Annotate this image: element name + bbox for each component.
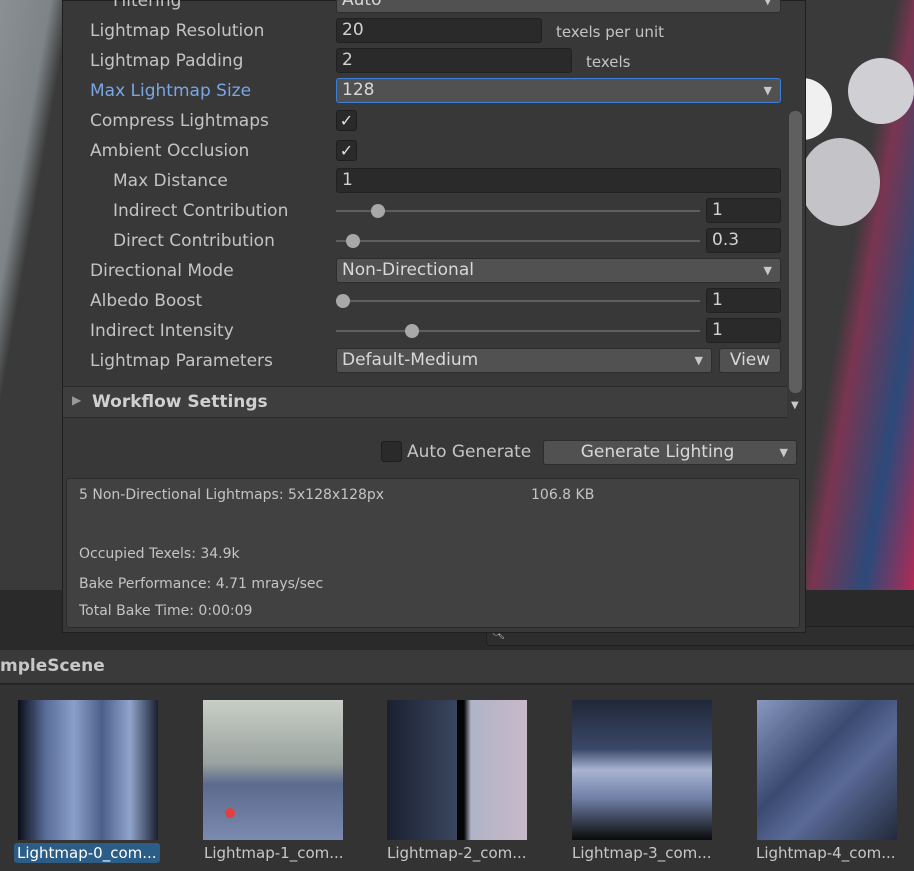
- breadcrumb: mpleScene: [0, 650, 914, 684]
- asset-name[interactable]: Lightmap-3_com...: [569, 843, 715, 863]
- lightmaps-size: 106.8 KB: [531, 487, 595, 503]
- slider-handle[interactable]: [346, 234, 360, 248]
- asset-name[interactable]: Lightmap-4_com...: [753, 843, 899, 863]
- max-lightmap-size-dropdown[interactable]: 128 ▼: [336, 78, 781, 103]
- max-lightmap-size-label: Max Lightmap Size: [90, 81, 252, 101]
- max-distance-input[interactable]: 1: [336, 168, 781, 193]
- chevron-down-icon: ▼: [763, 264, 772, 277]
- scroll-down-arrow-icon[interactable]: ▼: [791, 400, 799, 411]
- indirect-contribution-slider[interactable]: [336, 204, 700, 218]
- scrollbar-thumb[interactable]: [789, 111, 802, 393]
- workflow-settings-foldout[interactable]: ▶ Workflow Settings: [63, 386, 787, 418]
- ambient-occlusion-checkbox[interactable]: ✓: [336, 140, 357, 161]
- lightmap-parameters-dropdown[interactable]: Default-Medium ▼: [336, 348, 712, 373]
- asset-thumbnail[interactable]: [572, 700, 712, 840]
- breadcrumb-item[interactable]: mpleScene: [0, 656, 105, 676]
- slider-handle[interactable]: [371, 204, 385, 218]
- asset-name[interactable]: Lightmap-0_com...: [14, 843, 160, 863]
- auto-generate-checkbox[interactable]: [381, 441, 402, 462]
- indirect-contribution-input[interactable]: 1: [706, 198, 781, 223]
- auto-generate-label: Auto Generate: [407, 442, 532, 462]
- asset-thumbnail[interactable]: [18, 700, 158, 840]
- unit-label: texels: [586, 53, 631, 71]
- indirect-contribution-label: Indirect Contribution: [113, 201, 289, 221]
- chevron-down-icon[interactable]: ▼: [780, 441, 788, 464]
- unit-label: texels per unit: [556, 23, 664, 41]
- chevron-down-icon: ▼: [763, 84, 772, 97]
- asset-thumbnail[interactable]: [757, 700, 897, 840]
- directional-mode-label: Directional Mode: [90, 261, 234, 281]
- filtering-label: Filtering: [113, 0, 182, 11]
- asset-name[interactable]: Lightmap-1_com...: [201, 843, 347, 863]
- albedo-boost-input[interactable]: 1: [706, 288, 781, 313]
- asset-name[interactable]: Lightmap-2_com...: [384, 843, 530, 863]
- lightmap-padding-label: Lightmap Padding: [90, 51, 244, 71]
- lightmap-resolution-label: Lightmap Resolution: [90, 21, 265, 41]
- lighting-window: Filtering Auto ▼ Lightmap Resolution 20 t…: [62, 0, 806, 633]
- lightmap-padding-input[interactable]: 2: [336, 48, 572, 73]
- triangle-right-icon: ▶: [72, 393, 82, 407]
- indirect-intensity-input[interactable]: 1: [706, 318, 781, 343]
- max-distance-label: Max Distance: [113, 171, 228, 191]
- compress-lightmaps-checkbox[interactable]: ✓: [336, 110, 357, 131]
- lightmap-parameters-label: Lightmap Parameters: [90, 351, 273, 371]
- albedo-boost-slider[interactable]: [336, 294, 700, 308]
- total-bake-time: Total Bake Time: 0:00:09: [79, 603, 253, 619]
- occupied-texels: Occupied Texels: 34.9k: [79, 546, 240, 562]
- indirect-intensity-label: Indirect Intensity: [90, 321, 234, 341]
- slider-handle[interactable]: [405, 324, 419, 338]
- direct-contribution-input[interactable]: 0.3: [706, 228, 781, 253]
- direct-contribution-slider[interactable]: [336, 234, 700, 248]
- view-button[interactable]: View: [719, 348, 781, 373]
- compress-lightmaps-label: Compress Lightmaps: [90, 111, 269, 131]
- lightmaps-count: 5 Non-Directional Lightmaps: 5x128x128px: [79, 487, 385, 503]
- bake-stats-panel: 5 Non-Directional Lightmaps: 5x128x128px…: [66, 478, 800, 628]
- scene-object: [848, 58, 914, 124]
- ambient-occlusion-label: Ambient Occlusion: [90, 141, 250, 161]
- scene-object: [800, 138, 880, 226]
- asset-thumbnail[interactable]: [203, 700, 343, 840]
- generate-lighting-button[interactable]: Generate Lighting ▼: [543, 440, 797, 465]
- workflow-settings-label: Workflow Settings: [92, 392, 268, 412]
- indirect-intensity-slider[interactable]: [336, 324, 700, 338]
- directional-mode-dropdown[interactable]: Non-Directional ▼: [336, 258, 781, 283]
- filtering-dropdown[interactable]: Auto ▼: [336, 0, 781, 13]
- direct-contribution-label: Direct Contribution: [113, 231, 275, 251]
- chevron-down-icon: ▼: [694, 354, 703, 367]
- albedo-boost-label: Albedo Boost: [90, 291, 203, 311]
- chevron-down-icon: ▼: [763, 0, 772, 7]
- asset-thumbnail[interactable]: [387, 700, 527, 840]
- lightmap-resolution-input[interactable]: 20: [336, 18, 542, 43]
- bake-performance: Bake Performance: 4.71 mrays/sec: [79, 576, 324, 592]
- slider-handle[interactable]: [336, 294, 350, 308]
